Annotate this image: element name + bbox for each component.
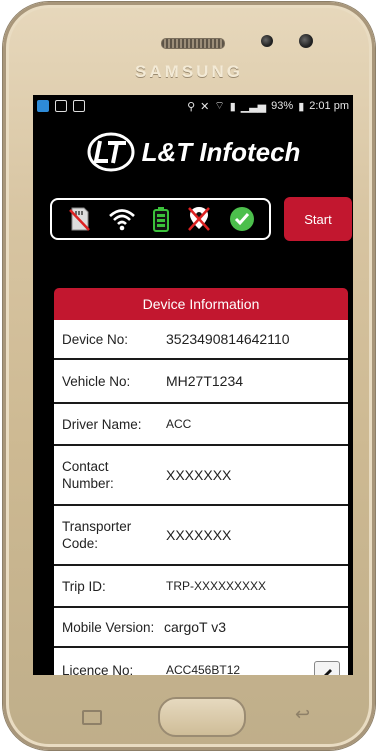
app-notification-icon (37, 100, 49, 112)
wifi-icon (108, 209, 135, 231)
location-off-icon (187, 207, 210, 231)
device-info-card: Device Information Device No: 3523490814… (54, 288, 348, 675)
mute-icon: ✕ (200, 100, 210, 113)
sim-icon: ▮ (229, 100, 236, 113)
field-label: Vehicle No: (62, 373, 131, 389)
contact-number-value: XXXXXXX (166, 467, 232, 483)
earpiece-speaker (161, 38, 225, 49)
gallery-notification-icon (55, 100, 67, 112)
driver-name-value: ACC (166, 417, 192, 431)
battery-percent: 93% (271, 100, 294, 112)
recent-apps-button[interactable] (82, 710, 102, 725)
field-label: Trip ID: (62, 578, 106, 594)
trip-id-row: Trip ID: TRP-XXXXXXXXX (54, 566, 348, 608)
battery-icon (152, 207, 169, 232)
device-no-value: 3523490814642110 (166, 331, 290, 347)
field-label: Licence No: (62, 662, 134, 676)
device-no-row: Device No: 3523490814642110 (54, 320, 348, 360)
screen: ⚲ ✕ ⌔ ▮ ▁▃▅ 93% ▮ 2:01 pm L&T Infotech S… (33, 95, 353, 675)
memory-card-missing-icon (68, 207, 90, 231)
vehicle-no-value: MH27T1234 (166, 373, 244, 389)
location-status-icon: ⚲ (187, 100, 196, 113)
licence-no-row: Licence No: ACC456BT12 (54, 648, 348, 675)
driver-name-row: Driver Name: ACC (54, 404, 348, 446)
clock: 2:01 pm (309, 100, 349, 112)
vehicle-no-row: Vehicle No: MH27T1234 (54, 360, 348, 404)
transporter-code-value: XXXXXXX (166, 527, 232, 543)
wifi-status-icon: ⌔ (214, 100, 225, 112)
contact-number-row: Contact Number: XXXXXXX (54, 446, 348, 506)
lti-logo: L&T Infotech (33, 117, 353, 187)
field-label: Driver Name: (62, 416, 142, 432)
back-button[interactable]: ↩ (295, 704, 310, 725)
start-button[interactable]: Start (284, 197, 352, 241)
mail-notification-icon (73, 100, 85, 112)
mobile-version-value: cargoT v3 (164, 619, 226, 635)
device-info-title: Device Information (54, 288, 348, 320)
field-label: Device No: (62, 331, 129, 347)
field-label: Transporter Code: (62, 519, 132, 551)
phone-frame: SAMSUNG ⚲ ✕ ⌔ ▮ ▁▃▅ 93% ▮ 2:01 pm L&T In… (3, 2, 375, 750)
check-icon (229, 207, 254, 231)
pencil-icon (324, 669, 332, 675)
status-bar: ⚲ ✕ ⌔ ▮ ▁▃▅ 93% ▮ 2:01 pm (33, 95, 353, 117)
transporter-code-row: Transporter Code: XXXXXXX (54, 506, 348, 566)
signal-icon: ▁▃▅ (240, 100, 267, 113)
logo-text: L&T Infotech (141, 136, 301, 167)
front-camera-icon (299, 34, 313, 48)
battery-status-icon: ▮ (298, 100, 305, 113)
field-label: Contact Number: (62, 459, 114, 491)
lti-logo-icon (87, 132, 135, 172)
sensor-icon (261, 35, 273, 47)
home-button[interactable] (158, 697, 246, 737)
field-label: Mobile Version: (62, 619, 155, 635)
trip-id-value: TRP-XXXXXXXXX (166, 579, 267, 593)
brand-label: SAMSUNG (135, 62, 243, 81)
edit-licence-button[interactable] (314, 661, 340, 675)
mobile-version-row: Mobile Version: cargoT v3 (54, 608, 348, 648)
status-icon-panel (50, 198, 271, 240)
licence-no-value: ACC456BT12 (166, 663, 241, 675)
